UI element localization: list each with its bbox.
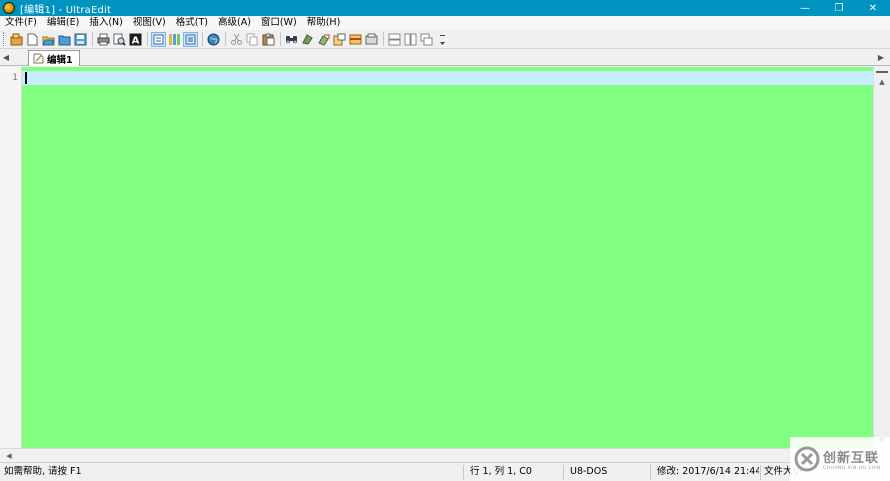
vertical-scrollbar[interactable]: ▲ ▼ bbox=[873, 67, 890, 448]
scroll-up-arrow-icon[interactable]: ▲ bbox=[874, 75, 890, 89]
maximize-button[interactable]: ❐ bbox=[822, 0, 856, 16]
word-wrap-icon[interactable] bbox=[151, 31, 166, 47]
column-mode-icon[interactable] bbox=[167, 32, 182, 47]
new-project-icon[interactable] bbox=[9, 32, 24, 47]
line-number-gutter: 1 bbox=[0, 67, 22, 448]
ultraedit-app-icon[interactable] bbox=[3, 2, 15, 14]
toolbar-options-icon[interactable] bbox=[435, 32, 450, 47]
status-bar: 如需帮助, 请按 F1 行 1, 列 1, C0 U8-DOS 修改: 2017… bbox=[0, 462, 890, 481]
bookmark-icon[interactable] bbox=[348, 32, 363, 47]
font-glyph: A bbox=[132, 35, 140, 46]
status-encoding[interactable]: U8-DOS bbox=[570, 463, 640, 481]
chuangxin-logo-icon bbox=[794, 446, 820, 472]
new-file-icon[interactable] bbox=[25, 32, 40, 47]
menu-view[interactable]: 视图(V) bbox=[128, 16, 171, 30]
watermark-subtitle: CHUANG XIN HU LIAN bbox=[823, 466, 881, 471]
status-modified-time: 修改: 2017/6/14 21:44:37 bbox=[657, 466, 759, 477]
clipboard-icon[interactable] bbox=[364, 32, 379, 47]
menu-advanced[interactable]: 高级(A) bbox=[213, 16, 256, 30]
current-line-highlight bbox=[22, 71, 873, 85]
tab-document-1[interactable]: 编辑1 bbox=[28, 50, 80, 66]
minimize-button[interactable]: — bbox=[788, 0, 822, 16]
close-button[interactable]: ✕ bbox=[856, 0, 890, 16]
replace-icon[interactable] bbox=[316, 32, 331, 47]
save-icon[interactable] bbox=[73, 32, 88, 47]
tab-scroll-left-icon[interactable]: ◀ bbox=[1, 51, 11, 63]
tile-horizontal-icon[interactable] bbox=[387, 32, 402, 47]
toolbar-separator bbox=[147, 32, 148, 46]
scroll-left-icon[interactable]: ◀ bbox=[2, 449, 16, 462]
document-edit-icon bbox=[33, 53, 44, 64]
status-help-text: 如需帮助, 请按 F1 bbox=[4, 466, 82, 477]
toolbar-separator bbox=[383, 32, 384, 46]
watermark-logo: 创新互联 CHUANG XIN HU LIAN bbox=[790, 437, 890, 481]
line-number: 1 bbox=[12, 73, 18, 83]
print-icon[interactable] bbox=[96, 32, 111, 47]
tile-vertical-icon[interactable] bbox=[403, 32, 418, 47]
toolbar-separator bbox=[280, 32, 281, 46]
menu-bar: 文件(F) 编辑(E) 插入(N) 视图(V) 格式(T) 高级(A) 窗口(W… bbox=[0, 16, 890, 30]
status-cursor-position: 行 1, 列 1, C0 bbox=[470, 466, 532, 477]
paste-icon[interactable] bbox=[261, 32, 276, 47]
open-file-icon[interactable] bbox=[41, 32, 56, 47]
title-bar[interactable]: [编辑1] - UltraEdit — ❐ ✕ bbox=[0, 0, 890, 16]
menu-file[interactable]: 文件(F) bbox=[0, 16, 42, 30]
menu-insert[interactable]: 插入(N) bbox=[84, 16, 128, 30]
font-icon[interactable]: A bbox=[128, 32, 143, 47]
print-preview-icon[interactable] bbox=[112, 32, 127, 47]
menu-window[interactable]: 窗口(W) bbox=[256, 16, 302, 30]
toolbar-grip[interactable] bbox=[3, 32, 6, 46]
text-editor-area[interactable] bbox=[22, 67, 873, 448]
open-folder-icon[interactable] bbox=[57, 32, 72, 47]
cascade-icon[interactable] bbox=[419, 32, 434, 47]
copy-icon[interactable] bbox=[245, 32, 260, 47]
horizontal-scrollbar[interactable]: ◀ ▶ bbox=[0, 448, 890, 462]
web-browser-icon[interactable] bbox=[206, 32, 221, 47]
status-divider bbox=[650, 465, 651, 480]
menu-format[interactable]: 格式(T) bbox=[171, 16, 213, 30]
tab-label: 编辑1 bbox=[47, 54, 73, 66]
toolbar-separator bbox=[92, 32, 93, 46]
hex-mode-icon[interactable] bbox=[183, 31, 198, 47]
find-in-files-icon[interactable] bbox=[332, 32, 347, 47]
watermark-name: 创新互联 bbox=[823, 451, 880, 466]
window-controls: — ❐ ✕ bbox=[788, 0, 890, 16]
split-bar[interactable] bbox=[876, 71, 888, 73]
menu-help[interactable]: 帮助(H) bbox=[302, 16, 346, 30]
text-caret bbox=[25, 72, 27, 84]
menu-edit[interactable]: 编辑(E) bbox=[42, 16, 84, 30]
status-divider bbox=[563, 465, 564, 480]
status-divider bbox=[463, 465, 464, 480]
status-divider bbox=[760, 465, 761, 480]
tab-scroll-right-icon[interactable]: ▶ bbox=[876, 51, 886, 63]
find-prev-icon[interactable] bbox=[300, 32, 315, 47]
find-icon[interactable] bbox=[284, 32, 299, 47]
main-toolbar: A bbox=[0, 30, 890, 49]
window-title: [编辑1] - UltraEdit bbox=[20, 4, 112, 16]
toolbar-separator bbox=[225, 32, 226, 46]
cut-icon[interactable] bbox=[229, 32, 244, 47]
toolbar-separator bbox=[202, 32, 203, 46]
document-tab-bar: ◀ 编辑1 ▶ bbox=[0, 49, 890, 66]
